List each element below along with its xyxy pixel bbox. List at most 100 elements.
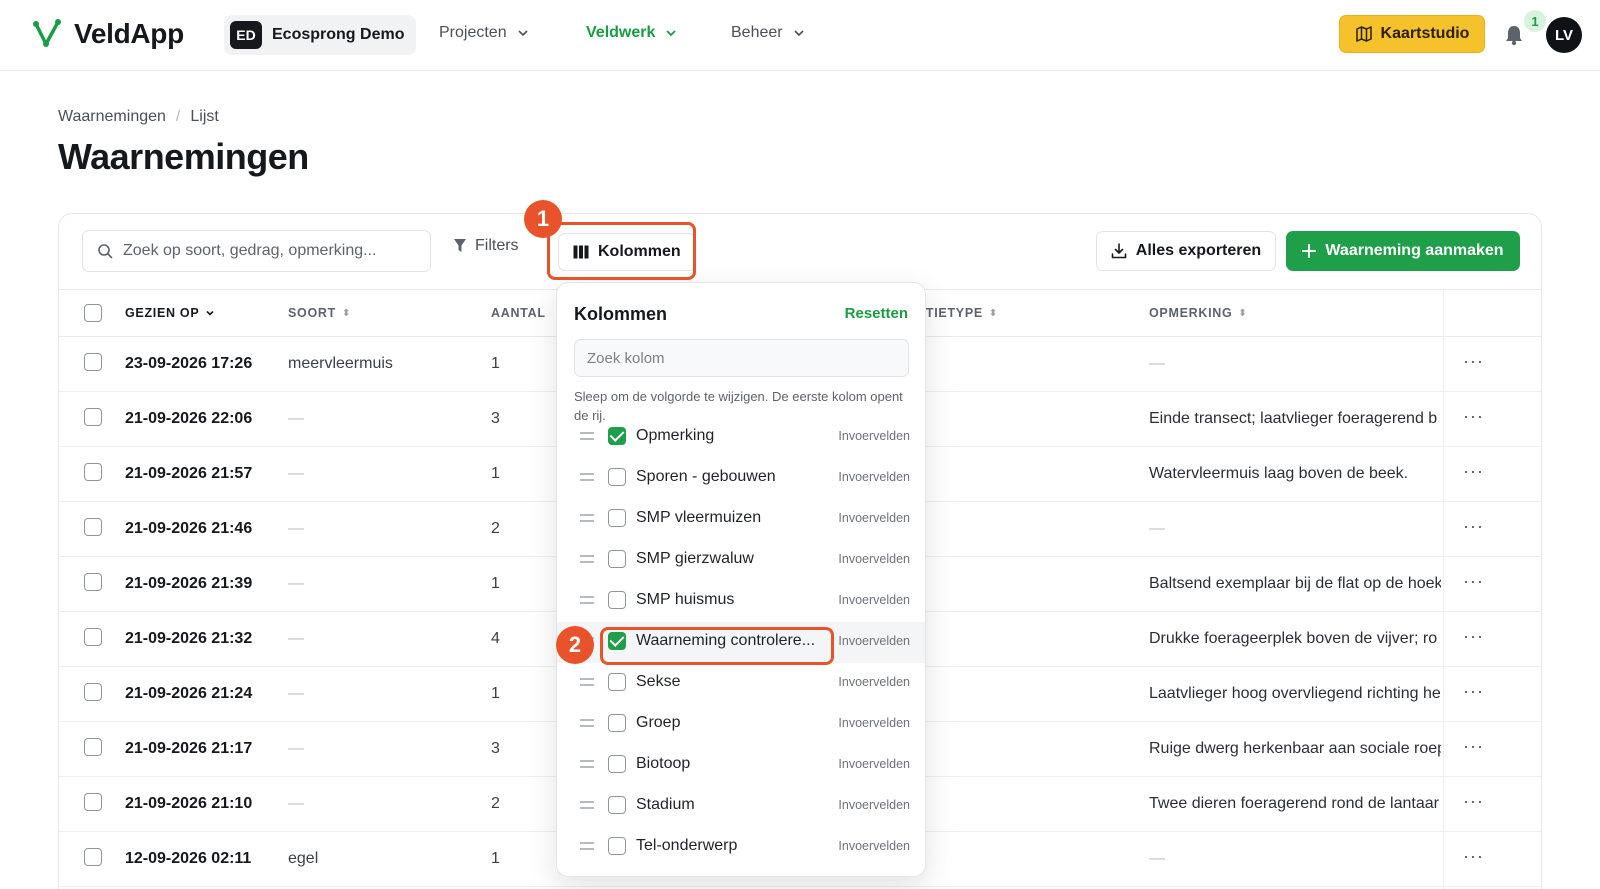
cell-aantal: 1	[491, 465, 500, 482]
breadcrumb-separator: /	[175, 108, 181, 125]
sort-icon: ⬍	[1238, 307, 1248, 319]
kaartstudio-button[interactable]: Kaartstudio	[1339, 15, 1485, 53]
row-more-menu[interactable]: ···	[1463, 571, 1484, 592]
row-checkbox[interactable]	[84, 848, 102, 866]
column-item-biotoop[interactable]: Biotoop Invoervelden	[557, 745, 925, 786]
row-checkbox[interactable]	[84, 683, 102, 701]
row-more-menu[interactable]: ···	[1463, 681, 1484, 702]
column-checkbox[interactable]	[608, 673, 626, 691]
search-input[interactable]	[123, 242, 413, 260]
column-header-opmerking[interactable]: OPMERKING ⬍	[1149, 306, 1247, 320]
column-search-field[interactable]	[574, 339, 909, 377]
row-more-menu[interactable]: ···	[1463, 516, 1484, 537]
drag-handle-icon[interactable]	[580, 678, 594, 686]
cell-soort: —	[288, 520, 304, 537]
drag-handle-icon[interactable]	[580, 801, 594, 809]
column-group: Invoervelden	[838, 839, 910, 853]
column-checkbox[interactable]	[608, 591, 626, 609]
row-checkbox[interactable]	[84, 353, 102, 371]
column-header-soort[interactable]: SOORT ⬍	[288, 306, 351, 320]
drag-handle-icon[interactable]	[580, 473, 594, 481]
nav-veldwerk[interactable]: Veldwerk	[586, 24, 677, 42]
drag-handle-icon[interactable]	[580, 719, 594, 727]
organization-switcher[interactable]: ED Ecosprong Demo	[224, 15, 417, 55]
row-more-menu[interactable]: ···	[1463, 461, 1484, 482]
row-checkbox[interactable]	[84, 518, 102, 536]
column-checkbox[interactable]	[608, 714, 626, 732]
annotation-badge-2: 2	[556, 626, 594, 664]
column-checkbox[interactable]	[608, 837, 626, 855]
column-name: Stadium	[636, 796, 695, 813]
cell-aantal: 4	[491, 630, 500, 647]
user-avatar[interactable]: LV	[1546, 17, 1582, 53]
column-header-label: SOORT	[288, 306, 336, 320]
column-header-aantal[interactable]: AANTAL	[491, 306, 546, 320]
org-avatar: ED	[230, 21, 262, 49]
search-field[interactable]	[82, 230, 431, 272]
column-checkbox[interactable]	[608, 509, 626, 527]
row-more-menu[interactable]: ···	[1463, 791, 1484, 812]
reset-columns-button[interactable]: Resetten	[845, 305, 908, 322]
drag-handle-icon[interactable]	[580, 596, 594, 604]
column-item-opmerking[interactable]: Opmerking Invoervelden	[557, 425, 925, 458]
cell-opmerking: Einde transect; laatvlieger foeragerend …	[1149, 410, 1438, 427]
row-checkbox[interactable]	[84, 628, 102, 646]
column-checkbox[interactable]	[608, 755, 626, 773]
search-icon	[98, 244, 113, 259]
column-item-groep[interactable]: Groep Invoervelden	[557, 704, 925, 745]
column-item-smp-gierzwaluw[interactable]: SMP gierzwaluw Invoervelden	[557, 540, 925, 581]
column-header-gezien-op[interactable]: GEZIEN OP	[125, 306, 215, 320]
sort-icon: ⬍	[988, 307, 998, 319]
column-group: Invoervelden	[838, 511, 910, 525]
filters-button[interactable]: Filters	[453, 237, 519, 255]
nav-projecten[interactable]: Projecten	[439, 24, 529, 42]
column-item-stadium[interactable]: Stadium Invoervelden	[557, 786, 925, 827]
breadcrumb-item-waarnemingen[interactable]: Waarnemingen	[58, 108, 166, 126]
row-checkbox[interactable]	[84, 463, 102, 481]
drag-handle-icon[interactable]	[580, 514, 594, 522]
column-item-tel-onderwerp[interactable]: Tel-onderwerp Invoervelden	[557, 827, 925, 865]
columns-panel-hint: Sleep om de volgorde te wijzigen. De eer…	[574, 389, 903, 423]
column-checkbox[interactable]	[608, 796, 626, 814]
chevron-down-icon	[666, 30, 677, 37]
column-name: Opmerking	[636, 427, 715, 444]
column-item-sporen-gebouwen[interactable]: Sporen - gebouwen Invoervelden	[557, 458, 925, 499]
bell-icon[interactable]	[1503, 24, 1525, 46]
create-label: Waarneming aanmaken	[1325, 242, 1504, 259]
app-name: VeldApp	[74, 18, 184, 49]
map-icon	[1355, 26, 1372, 42]
create-observation-button[interactable]: Waarneming aanmaken	[1286, 231, 1520, 271]
column-search-input[interactable]	[587, 349, 897, 367]
cell-date: 21-09-2026 21:57	[125, 465, 253, 482]
row-checkbox[interactable]	[84, 408, 102, 426]
nav-veldwerk-label: Veldwerk	[586, 24, 656, 41]
column-item-smp-vleermuizen[interactable]: SMP vleermuizen Invoervelden	[557, 499, 925, 540]
export-all-button[interactable]: Alles exporteren	[1096, 231, 1276, 271]
row-more-menu[interactable]: ···	[1463, 736, 1484, 757]
drag-handle-icon[interactable]	[580, 432, 594, 440]
drag-handle-icon[interactable]	[580, 555, 594, 563]
drag-handle-icon[interactable]	[580, 842, 594, 850]
column-header-label: AANTAL	[491, 306, 546, 320]
row-more-menu[interactable]: ···	[1463, 626, 1484, 647]
row-checkbox[interactable]	[84, 573, 102, 591]
drag-handle-icon[interactable]	[580, 760, 594, 768]
nav-beheer[interactable]: Beheer	[731, 24, 805, 42]
cell-opmerking: Twee dieren foeragerend rond de lantaar	[1149, 795, 1439, 812]
column-item-sekse[interactable]: Sekse Invoervelden	[557, 663, 925, 704]
column-group: Invoervelden	[838, 675, 910, 689]
cell-aantal: 3	[491, 410, 500, 427]
column-checkbox[interactable]	[608, 550, 626, 568]
select-all-checkbox[interactable]	[84, 304, 102, 322]
row-more-menu[interactable]: ···	[1463, 406, 1484, 427]
column-checkbox[interactable]	[608, 427, 626, 445]
row-more-menu[interactable]: ···	[1463, 351, 1484, 372]
row-checkbox[interactable]	[84, 793, 102, 811]
cell-opmerking: Ruige dwerg herkenbaar aan sociale roep	[1149, 740, 1441, 757]
row-more-menu[interactable]: ···	[1463, 846, 1484, 867]
row-checkbox[interactable]	[84, 738, 102, 756]
cell-soort: —	[288, 630, 304, 647]
column-item-smp-huismus[interactable]: SMP huismus Invoervelden	[557, 581, 925, 622]
column-checkbox[interactable]	[608, 468, 626, 486]
app-logo[interactable]: VeldApp	[32, 18, 184, 50]
